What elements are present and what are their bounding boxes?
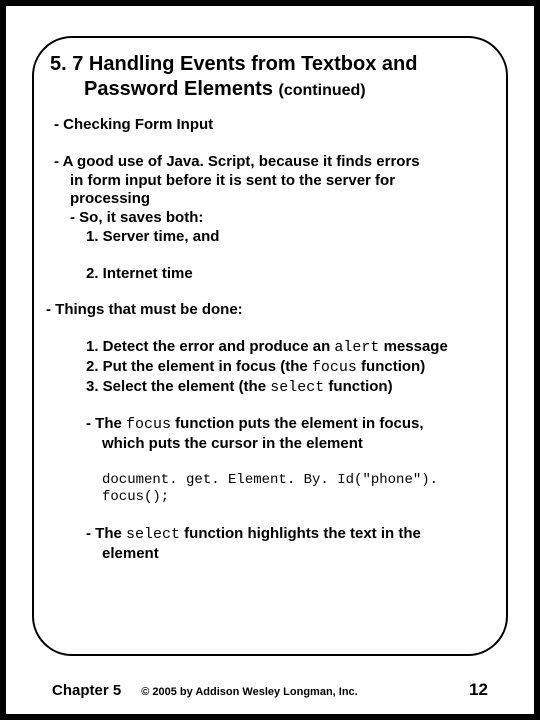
bullet-good-use-l2: in form input before it is sent to the s… bbox=[70, 172, 490, 191]
text: function) bbox=[357, 358, 425, 375]
footer-page-number: 12 bbox=[469, 680, 488, 700]
bullet-focus-desc-l1: - The focus function puts the element in… bbox=[86, 415, 490, 435]
footer-copyright: © 2005 by Addison Wesley Longman, Inc. bbox=[141, 686, 469, 698]
bullet-good-use-l3: processing bbox=[70, 190, 490, 209]
text: message bbox=[379, 338, 447, 355]
text: - The bbox=[86, 525, 126, 542]
code-select: select bbox=[126, 526, 180, 543]
bullet-good-use-l1: - A good use of Java. Script, because it… bbox=[54, 153, 490, 172]
slide-body: - Checking Form Input - A good use of Ja… bbox=[50, 116, 490, 563]
slide-title: 5. 7 Handling Events from Textbox and Pa… bbox=[50, 52, 490, 102]
text: function highlights the text in the bbox=[180, 525, 421, 542]
text: 3. Select the element (the bbox=[86, 378, 270, 395]
text: function) bbox=[324, 378, 392, 395]
code-block: document. get. Element. By. Id("phone").… bbox=[102, 472, 490, 507]
slide-footer: Chapter 5 © 2005 by Addison Wesley Longm… bbox=[6, 680, 534, 700]
text: - The bbox=[86, 415, 126, 432]
item-select-element: 3. Select the element (the select functi… bbox=[86, 378, 490, 398]
slide-page: 5. 7 Handling Events from Textbox and Pa… bbox=[6, 6, 534, 714]
item-server-time: 1. Server time, and bbox=[86, 228, 490, 247]
footer-chapter: Chapter 5 bbox=[52, 682, 121, 699]
item-put-focus: 2. Put the element in focus (the focus f… bbox=[86, 358, 490, 378]
item-detect-error: 1. Detect the error and produce an alert… bbox=[86, 338, 490, 358]
code-focus: focus bbox=[312, 359, 357, 376]
code-alert: alert bbox=[334, 339, 379, 356]
bullet-must-be-done: - Things that must be done: bbox=[46, 301, 490, 320]
bullet-select-desc-l1: - The select function highlights the tex… bbox=[86, 525, 490, 545]
title-continued: (continued) bbox=[279, 82, 366, 99]
bullet-select-desc-l2: element bbox=[102, 545, 490, 564]
bullet-checking: - Checking Form Input bbox=[54, 116, 490, 135]
item-internet-time: 2. Internet time bbox=[86, 265, 490, 284]
text: function puts the element in focus, bbox=[171, 415, 424, 432]
code-select: select bbox=[270, 379, 324, 396]
bullet-saves-both: - So, it saves both: bbox=[70, 209, 490, 228]
text: 2. Put the element in focus (the bbox=[86, 358, 312, 375]
slide-frame: 5. 7 Handling Events from Textbox and Pa… bbox=[32, 36, 508, 656]
bullet-focus-desc-l2: which puts the cursor in the element bbox=[102, 435, 490, 454]
code-focus: focus bbox=[126, 416, 171, 433]
text: 1. Detect the error and produce an bbox=[86, 338, 334, 355]
title-line2: Password Elements bbox=[50, 78, 279, 100]
title-line1: 5. 7 Handling Events from Textbox and bbox=[50, 53, 417, 75]
